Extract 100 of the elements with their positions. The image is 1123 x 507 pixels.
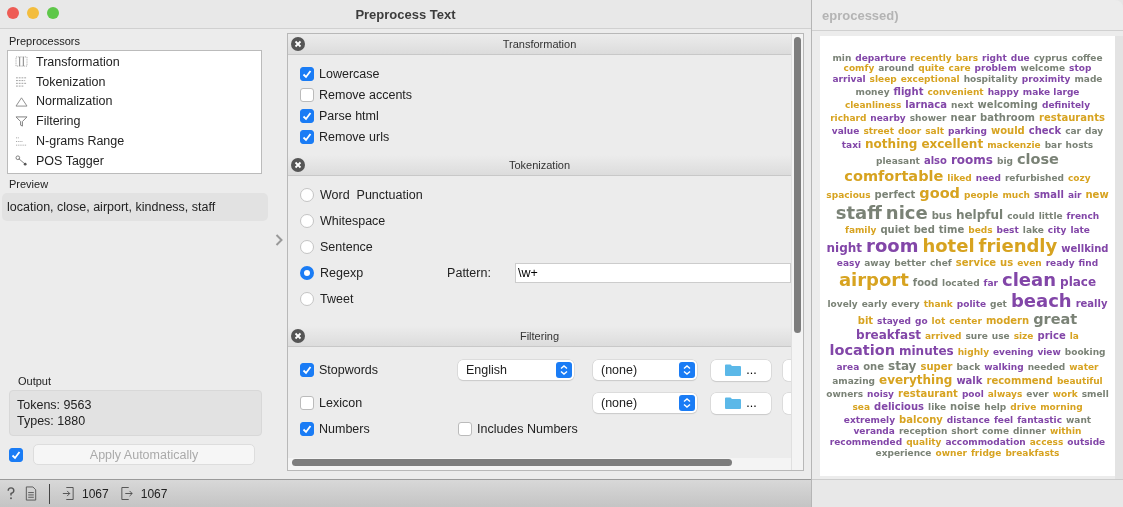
folder-icon [725,364,742,376]
cloud-word: booking [1064,347,1106,358]
cloud-word: welcome [1020,64,1066,75]
cloud-word: owner [935,448,967,459]
list-item[interactable]: N-grams Range [8,131,261,151]
list-item[interactable]: Filtering [8,111,261,132]
option-label: Remove urls [319,129,390,144]
zoom-button[interactable] [47,7,59,19]
cloud-word: liked [947,173,972,184]
cloud-word: much [1002,190,1030,201]
cloud-word: day [1085,126,1104,137]
radio-button[interactable] [300,266,314,280]
section-header: Tokenization [288,155,791,176]
close-icon[interactable] [291,329,305,343]
cloud-word: short [951,426,978,437]
vertical-scrollbar[interactable] [794,37,801,333]
minimize-button[interactable] [27,7,39,19]
radio-button[interactable] [300,240,314,254]
browse-button[interactable]: ... [711,359,771,381]
section-label: Preprocessors [8,34,81,49]
cloud-word: money [855,88,890,99]
cloud-word: problem [974,64,1017,75]
cloud-word: restaurant [897,388,958,400]
cloud-word: bus [931,209,952,221]
checkbox[interactable] [300,87,314,102]
cloud-word: make large [1022,88,1080,99]
cloud-word: location [829,342,895,359]
radio-button[interactable] [300,214,314,228]
cloud-word: french [1066,211,1100,222]
cloud-word: find [1078,259,1099,270]
cloud-word: beds [968,225,993,236]
radio-button[interactable] [300,188,314,202]
list-item[interactable]: Tokenization [8,71,261,92]
cloud-word: food [912,277,939,289]
cloud-word: quite [918,64,945,75]
cloud-word: good [919,185,960,202]
cloud-word: late [1070,225,1090,236]
cloud-word: also [923,154,947,166]
option-label: Lowercase [319,66,380,81]
option-label: Lexicon [319,396,363,410]
cloud-word: come [982,426,1009,437]
cloud-word: always [987,390,1023,401]
cloud-word: stay [888,359,917,373]
checkbox[interactable] [458,422,472,436]
close-icon[interactable] [291,158,305,172]
cloud-word: nothing [865,137,918,151]
cloud-word: really [1075,297,1108,309]
checkbox[interactable] [300,129,314,144]
radio-button[interactable] [300,292,314,306]
chevron-right-icon[interactable] [274,234,283,246]
list-item[interactable]: Normalization [8,91,261,112]
cloud-word: street [863,126,894,137]
cloud-word: next [951,101,974,111]
list-item[interactable]: POS Tagger [8,151,261,171]
stepper-icon [679,395,695,411]
checkbox[interactable] [300,422,314,436]
checkbox[interactable] [300,66,314,81]
document-icon[interactable] [25,486,37,501]
list-item[interactable]: Transformation [8,52,261,72]
stepper-icon [679,362,695,378]
language-dropdown[interactable]: English [458,360,574,380]
cloud-word: door [898,126,922,137]
tree-icon [15,155,28,167]
cloud-word: coffee [1071,53,1103,64]
close-icon[interactable] [291,37,305,51]
cloud-word: cyprus [1033,53,1068,64]
cloud-word: comfy [843,64,875,75]
section-header: Filtering [288,326,791,347]
horizontal-scrollbar[interactable] [292,459,732,466]
cloud-word: access [1029,437,1064,448]
list-dropdown[interactable]: (none) [593,393,697,413]
list-dropdown[interactable]: (none) [593,360,697,380]
cloud-word: away [864,259,891,270]
cloud-word: hotel [922,236,975,257]
checkbox[interactable] [300,363,314,377]
cloud-word: taxi [841,140,862,151]
cloud-word: refurbished [1004,173,1065,184]
checkbox[interactable] [300,108,314,123]
cloud-word: fridge [970,448,1002,459]
checkbox[interactable] [300,396,314,410]
sliders-icon [15,56,28,68]
cloud-word: breakfast [856,328,922,342]
cloud-word: breakfasts [1005,448,1060,459]
browse-button[interactable]: ... [711,392,771,414]
cloud-word: ever [1026,390,1049,401]
close-button[interactable] [7,7,19,19]
cloud-word: clean [1002,270,1057,290]
cloud-word: amazing [832,376,875,387]
cloud-word: lot [931,316,946,327]
output-count: 1067 [140,486,168,501]
option-label: Whitespace [320,214,386,228]
cloud-word: dinner [1013,426,1046,437]
output-stat: Tokens: 9563 [17,397,93,413]
cloud-word: service [955,257,997,269]
pattern-field[interactable]: \w+ [515,263,791,283]
cloud-word: owners [826,390,864,401]
help-icon[interactable] [5,486,17,501]
cloud-word: beach [1010,290,1072,311]
cloud-word: check [1028,124,1062,136]
cloud-word: early [861,299,888,310]
